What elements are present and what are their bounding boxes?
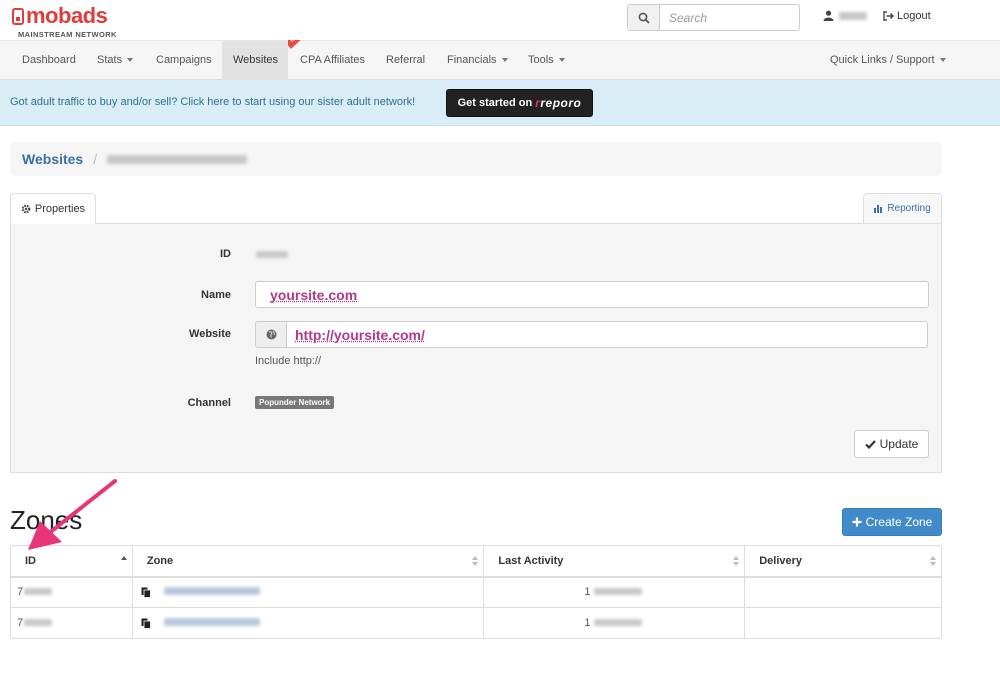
top-header: mobads MAINSTREAM NETWORK Logout: [0, 0, 1000, 40]
tab-reporting[interactable]: Reporting: [863, 193, 942, 224]
name-label: Name: [201, 289, 231, 301]
sort-icon: [472, 556, 479, 568]
channel-badge: Popunder Network: [255, 396, 335, 409]
banner-text[interactable]: Got adult traffic to buy and/or sell? Cl…: [10, 96, 415, 108]
tab-label: Properties: [34, 202, 86, 215]
zone-id-cell: 7: [10, 576, 133, 608]
nav-label: CPA Affiliates: [300, 54, 366, 66]
zones-table: ID Zone Last Activity Delivery 7 1 7 1: [10, 545, 942, 639]
nav-quick-links[interactable]: Quick Links / Support: [819, 41, 957, 80]
copy-icon[interactable]: [141, 618, 151, 629]
website-help-text: Include http://: [255, 355, 322, 367]
reporo-logo: rreporo: [535, 96, 582, 110]
zone-name-cell: [131, 607, 485, 639]
nav-label: Financials: [447, 54, 497, 66]
sort-asc-icon: [120, 556, 128, 562]
button-label: Create Zone: [865, 515, 933, 529]
column-header-zone[interactable]: Zone: [131, 545, 485, 578]
zone-id-cell: 7: [10, 607, 133, 639]
nav-label: Campaigns: [156, 54, 212, 66]
button-label: Get started on: [457, 97, 533, 109]
nav-dashboard[interactable]: Dashboard: [11, 41, 87, 80]
plus-icon: [852, 517, 862, 527]
get-started-button[interactable]: Get started on rreporo: [446, 89, 593, 117]
website-input[interactable]: [286, 321, 928, 348]
breadcrumb-site-redacted: [107, 154, 248, 164]
delivery-cell: [744, 607, 942, 639]
tab-properties[interactable]: Properties: [10, 193, 96, 224]
new-ribbon-badge: NEW: [288, 40, 312, 54]
search-input[interactable]: [661, 5, 799, 30]
nav-label: Dashboard: [22, 54, 76, 66]
last-activity-cell: 1: [483, 607, 746, 639]
last-activity-cell: 1: [483, 576, 746, 608]
brand-tagline: MAINSTREAM NETWORK: [18, 30, 117, 39]
username-redacted: [839, 11, 867, 20]
id-label: ID: [220, 248, 231, 260]
gear-icon: [21, 204, 31, 213]
nav-label: Stats: [97, 54, 123, 66]
breadcrumb-websites-link[interactable]: Websites: [22, 151, 83, 167]
id-value-redacted: [256, 251, 288, 258]
search-box: [627, 4, 800, 31]
globe-addon: [255, 321, 287, 348]
nav-label: Tools: [528, 54, 554, 66]
user-icon: [823, 10, 834, 21]
zone-link-redacted[interactable]: [163, 587, 260, 596]
nav-label: Websites: [233, 54, 279, 66]
name-input[interactable]: [255, 281, 929, 308]
logout-label: Logout: [897, 10, 931, 22]
brand-name: mobads: [26, 3, 108, 28]
brand-logo[interactable]: mobads MAINSTREAM NETWORK: [12, 3, 116, 39]
promo-banner: Got adult traffic to buy and/or sell? Cl…: [0, 80, 1000, 126]
logout-link[interactable]: Logout: [883, 10, 931, 22]
nav-label: Quick Links / Support: [830, 54, 935, 66]
check-icon: [864, 439, 876, 449]
sort-icon: [733, 556, 740, 568]
caret-down-icon: [127, 58, 134, 63]
nav-tools[interactable]: Tools: [517, 41, 576, 80]
tab-label: Reporting: [887, 203, 931, 214]
nav-referral[interactable]: Referral: [375, 41, 436, 80]
website-label: Website: [189, 328, 231, 340]
search-icon: [638, 12, 650, 24]
table-row: 7 1: [10, 576, 942, 608]
delivery-cell: [744, 576, 942, 608]
nav-financials[interactable]: Financials: [436, 41, 519, 80]
breadcrumb-separator: /: [93, 151, 98, 167]
main-navbar: Dashboard Stats Campaigns Websites CPA A…: [0, 40, 1000, 80]
channel-label: Channel: [187, 397, 231, 409]
sort-icon: [930, 556, 937, 568]
update-button[interactable]: Update: [854, 430, 929, 458]
search-button[interactable]: [628, 5, 660, 30]
column-header-delivery[interactable]: Delivery: [744, 545, 942, 578]
user-menu[interactable]: [823, 10, 867, 21]
table-row: 7 1: [10, 607, 942, 639]
zone-link-redacted[interactable]: [163, 618, 260, 626]
column-header-last-activity[interactable]: Last Activity: [483, 545, 746, 578]
zones-heading: Zones: [10, 505, 83, 535]
nav-label: Referral: [386, 54, 426, 66]
globe-icon: [266, 329, 276, 340]
caret-down-icon: [558, 58, 565, 63]
nav-stats[interactable]: Stats: [86, 41, 144, 80]
properties-panel: [10, 223, 942, 473]
caret-down-icon: [501, 58, 508, 63]
zone-name-cell: [131, 576, 485, 608]
column-header-id[interactable]: ID: [10, 545, 133, 578]
button-label: Update: [879, 437, 919, 451]
caret-down-icon: [939, 58, 946, 63]
breadcrumb: Websites /: [10, 142, 942, 176]
bar-chart-icon: [874, 205, 883, 213]
create-zone-button[interactable]: Create Zone: [842, 508, 942, 536]
phone-logo-icon: [12, 8, 24, 25]
copy-icon[interactable]: [141, 587, 151, 598]
nav-websites[interactable]: Websites: [222, 41, 288, 80]
logout-icon: [883, 11, 894, 21]
nav-campaigns[interactable]: Campaigns: [145, 41, 223, 80]
